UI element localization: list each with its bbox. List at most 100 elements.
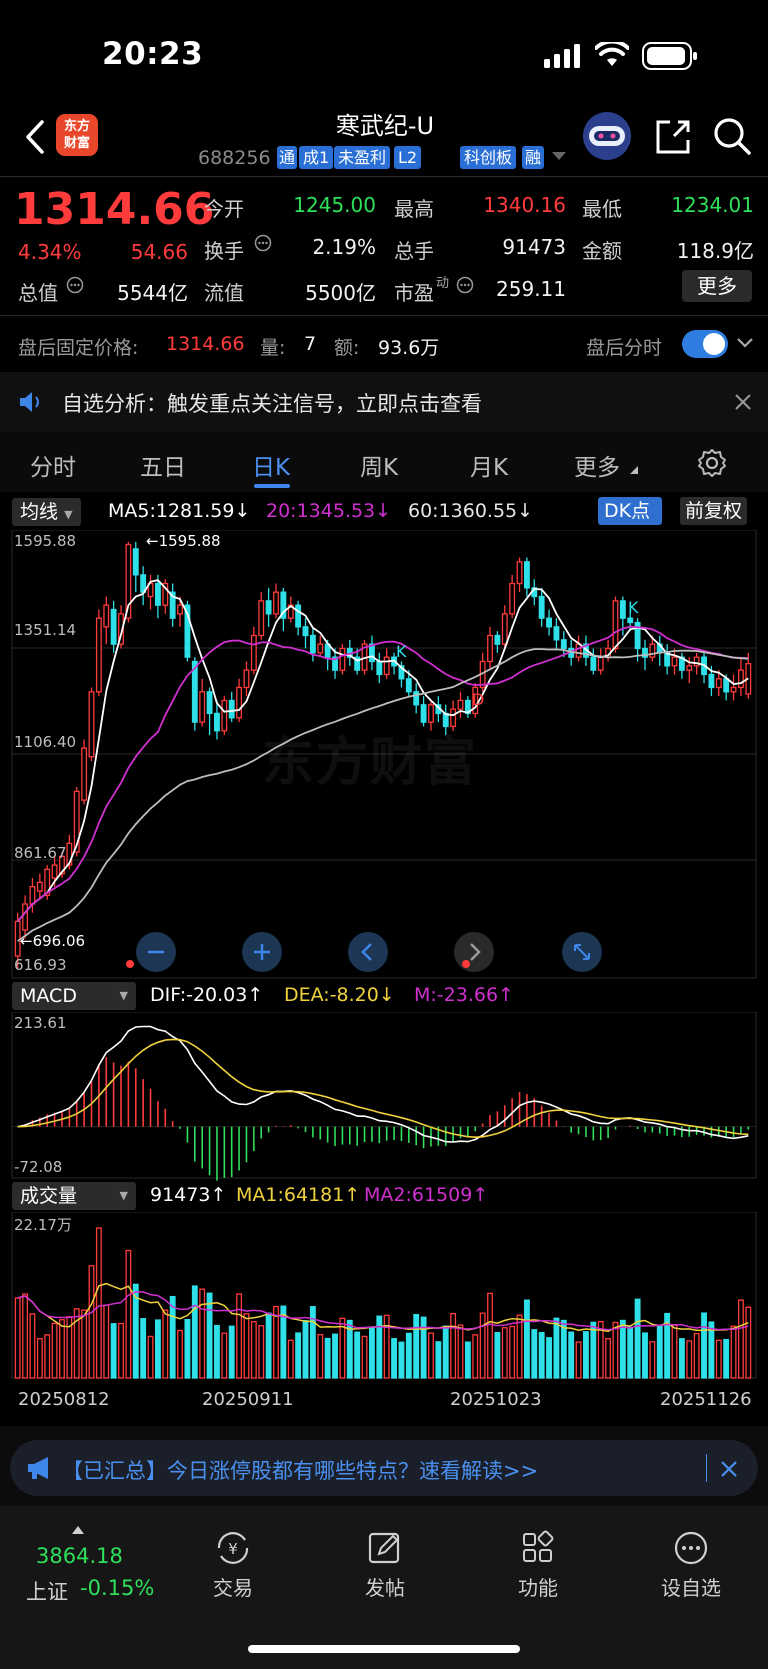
candle-body [383, 656, 390, 676]
search-icon[interactable] [712, 116, 752, 156]
tab-five-day[interactable]: 五日 [140, 448, 186, 482]
caret-down-icon[interactable] [552, 152, 566, 162]
macd-selector[interactable]: MACD ▼ [12, 982, 136, 1010]
dif-line [17, 1025, 749, 1143]
high-label: 最高 [394, 197, 434, 221]
close-icon[interactable] [720, 1460, 738, 1478]
dk-point-button[interactable]: DK点 [598, 497, 663, 525]
dea-legend: DEA:-8.20↓ [284, 984, 395, 1006]
current-price: 1314.66 [14, 184, 215, 235]
index-name[interactable]: 上证 [26, 1576, 68, 1606]
volume-bar [250, 1321, 257, 1379]
nav-watchlist-label: 设自选 [661, 1576, 721, 1600]
candle-body [103, 604, 110, 628]
volume-bar [398, 1341, 405, 1379]
ma5-legend: MA5:1281.59↓ [108, 500, 251, 522]
pe-sup: 动 [436, 276, 450, 291]
back-icon[interactable] [22, 118, 48, 156]
volume-bar [442, 1325, 449, 1379]
pan-left-button[interactable] [348, 932, 388, 972]
dif-legend: DIF:-20.03↑ [150, 984, 264, 1006]
tab-more[interactable]: 更多 [574, 448, 620, 482]
more-info-icon[interactable] [254, 234, 272, 252]
candle-body [36, 881, 43, 892]
vol-ma2-legend: MA2:61509↑ [364, 1184, 489, 1206]
candle-body [575, 643, 582, 658]
tag-cheng1: 成1 [299, 146, 334, 169]
volume-bar [420, 1316, 427, 1379]
apps-grid-icon [523, 1530, 554, 1562]
share-icon[interactable] [654, 118, 692, 156]
stock-code: 688256 [198, 147, 271, 169]
robot-assistant-icon[interactable] [580, 110, 634, 162]
adjust-button[interactable]: 前复权 [680, 497, 748, 525]
volume-bar [295, 1332, 302, 1379]
gear-icon[interactable] [697, 448, 727, 478]
date-label-3: 20251023 [450, 1389, 542, 1410]
after-hours-toggle[interactable] [682, 330, 728, 358]
nav-trade[interactable]: ¥ 交易 [178, 1530, 288, 1601]
volume-bar [287, 1339, 294, 1379]
nav-watchlist[interactable]: 设自选 [636, 1530, 746, 1601]
tab-week-k[interactable]: 周K [360, 448, 398, 482]
volume-chart[interactable] [0, 1212, 768, 1382]
candle-body [516, 561, 523, 585]
macd-chart[interactable] [0, 1012, 768, 1182]
nav-post[interactable]: 发帖 [330, 1530, 440, 1601]
volume-selector-label: 成交量 [20, 1185, 78, 1207]
amount-label: 金额 [582, 239, 622, 263]
volume-bar [649, 1341, 656, 1379]
red-dot [462, 960, 470, 968]
candle-body [228, 699, 235, 719]
volume-bar [206, 1292, 213, 1379]
banner-text[interactable]: 【已汇总】今日涨停股都有哪些特点？速看解读>> [62, 1455, 538, 1485]
vol-ma1-legend: MA1:64181↑ [236, 1184, 361, 1206]
ma60-legend: 60:1360.55↓ [408, 500, 534, 522]
volume-bar [487, 1292, 493, 1379]
k-signal-2: K [628, 598, 639, 617]
app-logo: 东方 财富 [56, 114, 98, 156]
index-value[interactable]: 3864.18 [36, 1544, 123, 1568]
cellular-signal-icon [544, 44, 580, 68]
zoom-out-button[interactable] [136, 932, 176, 972]
volume-bar [354, 1331, 361, 1379]
tag-star-market: 科创板 [460, 146, 517, 169]
candle-body [95, 617, 102, 693]
volume-bar [428, 1332, 434, 1379]
tab-intraday[interactable]: 分时 [30, 448, 76, 482]
fullscreen-button[interactable] [562, 932, 602, 972]
volume-bar [627, 1326, 634, 1379]
candle-body [29, 886, 36, 905]
volume-selector[interactable]: 成交量 ▼ [12, 1182, 136, 1210]
price-axis-top: 1595.88 [14, 532, 77, 550]
volume-value: 91473 [502, 235, 566, 259]
candle-body [553, 626, 560, 641]
open-value: 1245.00 [293, 193, 376, 217]
candle-body [177, 604, 183, 615]
megaphone-icon [28, 1457, 48, 1479]
ma-selector[interactable]: 均线 ▼ [12, 498, 81, 526]
candle-body [295, 604, 302, 628]
close-icon[interactable] [734, 393, 752, 411]
pan-right-button[interactable] [454, 932, 494, 972]
pe-label: 市盈 [394, 281, 434, 305]
more-button[interactable]: 更多 [682, 270, 752, 302]
notice-text[interactable]: 自选分析：触发重点关注信号，立即点击查看 [62, 388, 482, 418]
volume-bar [501, 1327, 508, 1379]
m-legend: M:-23.66↑ [414, 984, 514, 1006]
index-change[interactable]: -0.15% [80, 1576, 154, 1600]
volume-bar [169, 1295, 176, 1379]
more-circle-icon [674, 1531, 708, 1565]
volume-bar [546, 1337, 552, 1379]
volume-bar [730, 1325, 737, 1379]
volume-bar [103, 1304, 110, 1379]
more-info-icon[interactable] [66, 276, 84, 294]
zoom-in-button[interactable] [242, 932, 282, 972]
tab-month-k[interactable]: 月K [470, 448, 508, 482]
nav-functions[interactable]: 功能 [483, 1530, 593, 1601]
tab-day-k[interactable]: 日K [252, 448, 290, 482]
chevron-down-icon[interactable] [736, 337, 754, 349]
volume-bar [258, 1325, 265, 1379]
volume-bar [642, 1332, 648, 1379]
ma-selector-label: 均线 [20, 501, 59, 523]
